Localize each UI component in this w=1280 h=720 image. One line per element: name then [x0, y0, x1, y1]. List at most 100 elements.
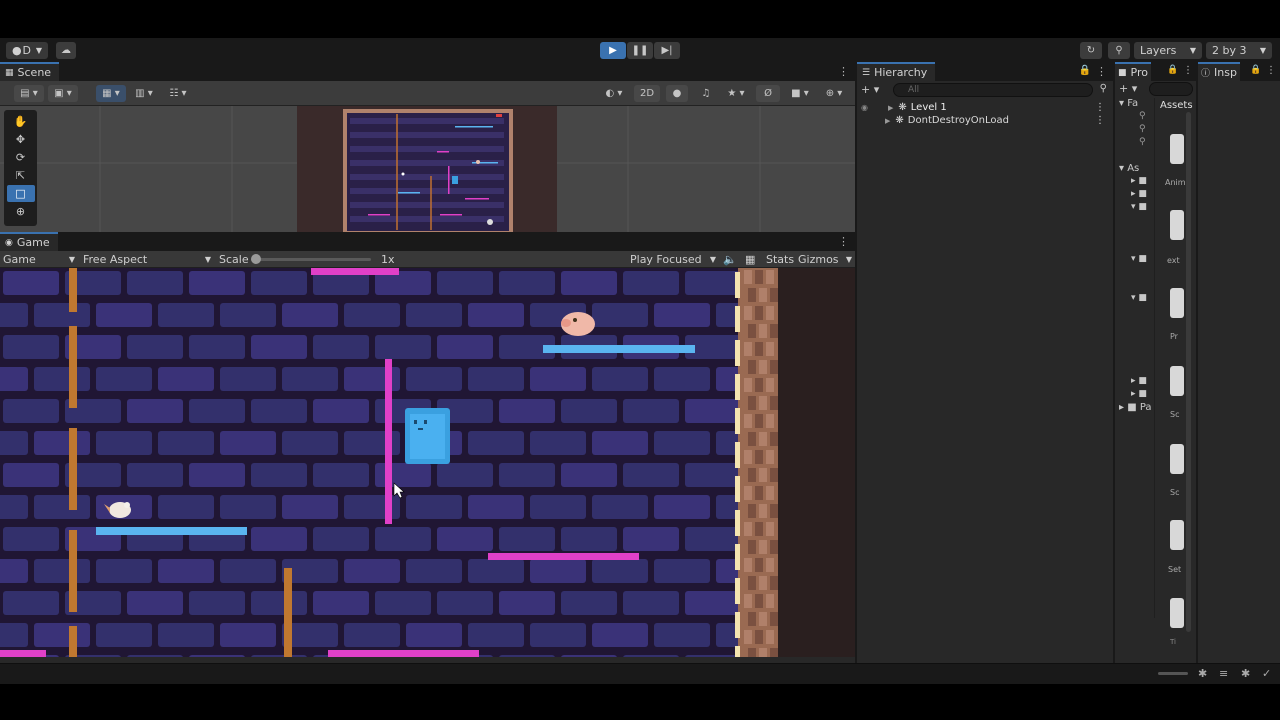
layers-stack-icon[interactable]: ≡: [1219, 667, 1228, 680]
asset-thumb[interactable]: [1170, 210, 1184, 240]
effects-icon: ★ ▾: [727, 88, 745, 99]
account-dropdown[interactable]: ● D ▼: [6, 42, 48, 59]
tree-label: Fa: [1127, 98, 1139, 109]
more-menu-icon[interactable]: ⋮: [1096, 65, 1107, 78]
unity-scene-icon: ❋: [895, 115, 904, 126]
project-search-input[interactable]: [1149, 82, 1193, 96]
scale-tool-button[interactable]: ⇱: [7, 167, 35, 184]
aspect-dropdown[interactable]: Free Aspect ▼: [83, 251, 211, 268]
lighting-toggle[interactable]: ●: [666, 85, 688, 102]
grid-snap-dropdown[interactable]: ▦ ▾: [96, 85, 126, 102]
layout-dropdown[interactable]: 2 by 3 ▼: [1206, 42, 1272, 59]
right-void: [778, 268, 855, 657]
hierarchy-search-input[interactable]: All: [893, 83, 1093, 97]
asset-thumb[interactable]: [1170, 366, 1184, 396]
audio-toggle[interactable]: ♫: [696, 85, 716, 102]
hierarchy-panel: ☰ Hierarchy 🔒 ⋮ + ▾ All ⚲ ◉ ▶ ❋ Level 1 …: [857, 62, 1113, 663]
gamepad-icon: ◉: [5, 237, 13, 248]
asset-thumb[interactable]: [1170, 134, 1184, 164]
grid-visibility-dropdown[interactable]: ☷ ▾: [162, 85, 194, 102]
project-scrollbar[interactable]: [1186, 112, 1191, 632]
folder-icon: ▾ ■: [1131, 254, 1147, 264]
tab-game[interactable]: ◉ Game: [0, 232, 58, 251]
tree-item-assets[interactable]: ▾ As: [1119, 163, 1139, 174]
list-icon: ☰: [862, 67, 871, 78]
play-mode-dropdown[interactable]: Play Focused ▼: [630, 251, 716, 268]
scale-slider[interactable]: [251, 251, 376, 268]
grid-icon: ▦: [5, 67, 14, 78]
checkmark-icon[interactable]: ✓: [1262, 667, 1271, 680]
move-tool-button[interactable]: ✥: [7, 131, 35, 148]
project-panel: ■ Pro 🔒 ⋮ + ▾ ▾ Fa ⚲ ⚲ ⚲ ▾ As ▸ ■ ▸ ■ ▾ …: [1115, 62, 1196, 663]
tab-project[interactable]: ■ Pro: [1115, 62, 1151, 81]
add-dropdown[interactable]: + ▾: [1119, 82, 1137, 95]
tree-label: As: [1127, 163, 1140, 174]
lock-icon[interactable]: 🔒: [1079, 65, 1091, 76]
cloud-button[interactable]: ☁: [56, 42, 76, 59]
add-dropdown[interactable]: + ▾: [861, 83, 879, 96]
search-filter-icon[interactable]: ⚲: [1100, 83, 1107, 94]
history-button[interactable]: ↻: [1080, 42, 1102, 59]
tree-item-favorites[interactable]: ▾ Fa: [1119, 98, 1138, 109]
tree-item-packages[interactable]: ▸ ■ Pa: [1119, 402, 1152, 413]
asset-thumb[interactable]: [1170, 288, 1184, 318]
visibility-eye-icon[interactable]: ◉: [861, 103, 868, 112]
scale-slider-thumb[interactable]: [251, 254, 261, 264]
shading-dropdown[interactable]: ◐ ▾: [600, 85, 628, 102]
step-button[interactable]: ▶|: [654, 42, 680, 59]
play-mode-label: Play Focused: [630, 253, 702, 266]
asset-thumb[interactable]: [1170, 520, 1184, 550]
effects-dropdown[interactable]: ★ ▾: [722, 85, 750, 102]
debug-icon[interactable]: ✱: [1198, 667, 1207, 680]
rotate-tool-button[interactable]: ⟳: [7, 149, 35, 166]
more-menu-icon[interactable]: ⋮: [1095, 115, 1105, 126]
gizmos-dropdown[interactable]: Gizmos ▼: [798, 251, 852, 268]
increment-snap-dropdown[interactable]: ▥ ▾: [130, 85, 158, 102]
stats-button[interactable]: Stats: [766, 251, 794, 268]
transform-tool-button[interactable]: ⊕: [7, 203, 35, 220]
lock-icon[interactable]: 🔒: [1250, 65, 1261, 75]
hidden-eye-icon: Ø: [764, 88, 772, 99]
game-viewport[interactable]: [0, 268, 855, 657]
more-menu-icon[interactable]: ⋮: [1183, 65, 1193, 76]
chevron-down-icon: ▼: [204, 255, 211, 264]
stats-grid-button[interactable]: ▦: [745, 251, 755, 268]
tab-hierarchy[interactable]: ☰ Hierarchy: [857, 62, 936, 81]
more-menu-icon[interactable]: ⋮: [1266, 65, 1276, 76]
tab-inspector[interactable]: ⓘ Insp: [1198, 62, 1240, 81]
account-icon: ●: [12, 44, 22, 57]
game-scene: [0, 268, 855, 657]
draw-mode-dropdown[interactable]: ▤ ▾: [14, 85, 44, 102]
camera-dropdown[interactable]: ■ ▾: [786, 85, 814, 102]
mute-audio-button[interactable]: 🔈: [723, 251, 737, 268]
zoom-slider[interactable]: [1158, 672, 1188, 675]
lock-icon[interactable]: 🔒: [1167, 65, 1178, 75]
asset-thumb[interactable]: [1170, 444, 1184, 474]
expand-arrow-icon[interactable]: ▶: [888, 104, 893, 112]
gizmos-dropdown[interactable]: ⊕ ▾: [818, 85, 850, 102]
more-menu-icon[interactable]: ⋮: [838, 65, 849, 78]
more-menu-icon[interactable]: ⋮: [838, 235, 849, 248]
hierarchy-row-dontdestroyonload[interactable]: ▶ ❋ DontDestroyOnLoad ⋮: [857, 114, 1113, 127]
chevron-down-icon: ▼: [68, 255, 75, 264]
rect-tool-button[interactable]: □: [6, 185, 35, 202]
tab-scene[interactable]: ▦ Scene: [0, 62, 60, 81]
asset-thumb[interactable]: [1170, 598, 1184, 628]
aspect-label: Free Aspect: [83, 253, 148, 266]
layers-dropdown[interactable]: Layers ▼: [1134, 42, 1202, 59]
hierarchy-row-level-1[interactable]: ◉ ▶ ❋ Level 1 ⋮: [857, 101, 1113, 114]
scene-viewport[interactable]: ✋ ✥ ⟳ ⇱ □ ⊕: [0, 106, 855, 251]
chevron-down-icon: ▼: [1259, 46, 1266, 55]
display-dropdown[interactable]: Game ▼: [3, 251, 75, 268]
expand-arrow-icon[interactable]: ▶: [885, 117, 890, 125]
progress-icon[interactable]: ✱: [1241, 667, 1250, 680]
visibility-toggle[interactable]: Ø: [756, 85, 780, 102]
play-button[interactable]: ▶: [600, 42, 626, 59]
cloud-icon: ☁: [61, 45, 71, 56]
pause-button[interactable]: ❚❚: [627, 42, 653, 59]
mode-2d-button[interactable]: 2D: [634, 85, 660, 102]
hand-tool-button[interactable]: ✋: [7, 113, 35, 130]
render-mode-dropdown[interactable]: ▣ ▾: [48, 85, 78, 102]
more-menu-icon[interactable]: ⋮: [1095, 102, 1105, 113]
search-button[interactable]: ⚲: [1108, 42, 1130, 59]
